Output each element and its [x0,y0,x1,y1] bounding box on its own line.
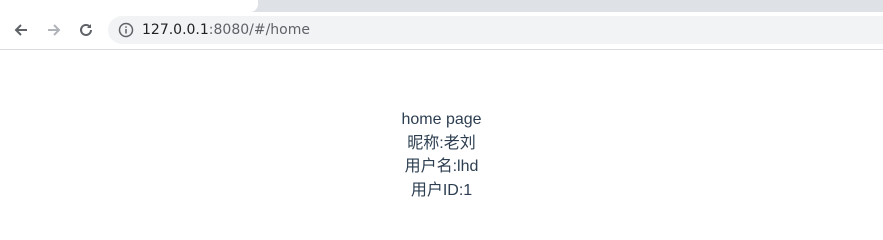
page-content: home page 昵称:老刘 用户名:lhd 用户ID:1 [0,108,883,202]
reload-icon [80,23,92,36]
browser-toolbar: 127.0.0.1:8080/#/home [0,12,883,50]
page-heading: home page [401,111,482,128]
active-tab[interactable] [0,0,258,12]
username-text: 用户名:lhd [404,158,479,175]
nickname-text: 昵称:老刘 [407,134,476,152]
info-icon[interactable] [118,22,134,38]
userid-text: 用户ID:1 [410,181,473,199]
reload-button[interactable] [72,16,100,44]
arrow-right-icon [48,24,61,36]
url-host: 127.0.0.1 [142,22,209,38]
tab-strip [0,0,883,12]
arrow-left-icon [14,24,27,36]
forward-button[interactable] [40,16,68,44]
address-bar[interactable]: 127.0.0.1:8080/#/home [108,16,883,44]
back-button[interactable] [7,16,35,44]
url-path: :8080/#/home [208,22,310,38]
url-text: 127.0.0.1:8080/#/home [142,22,310,38]
